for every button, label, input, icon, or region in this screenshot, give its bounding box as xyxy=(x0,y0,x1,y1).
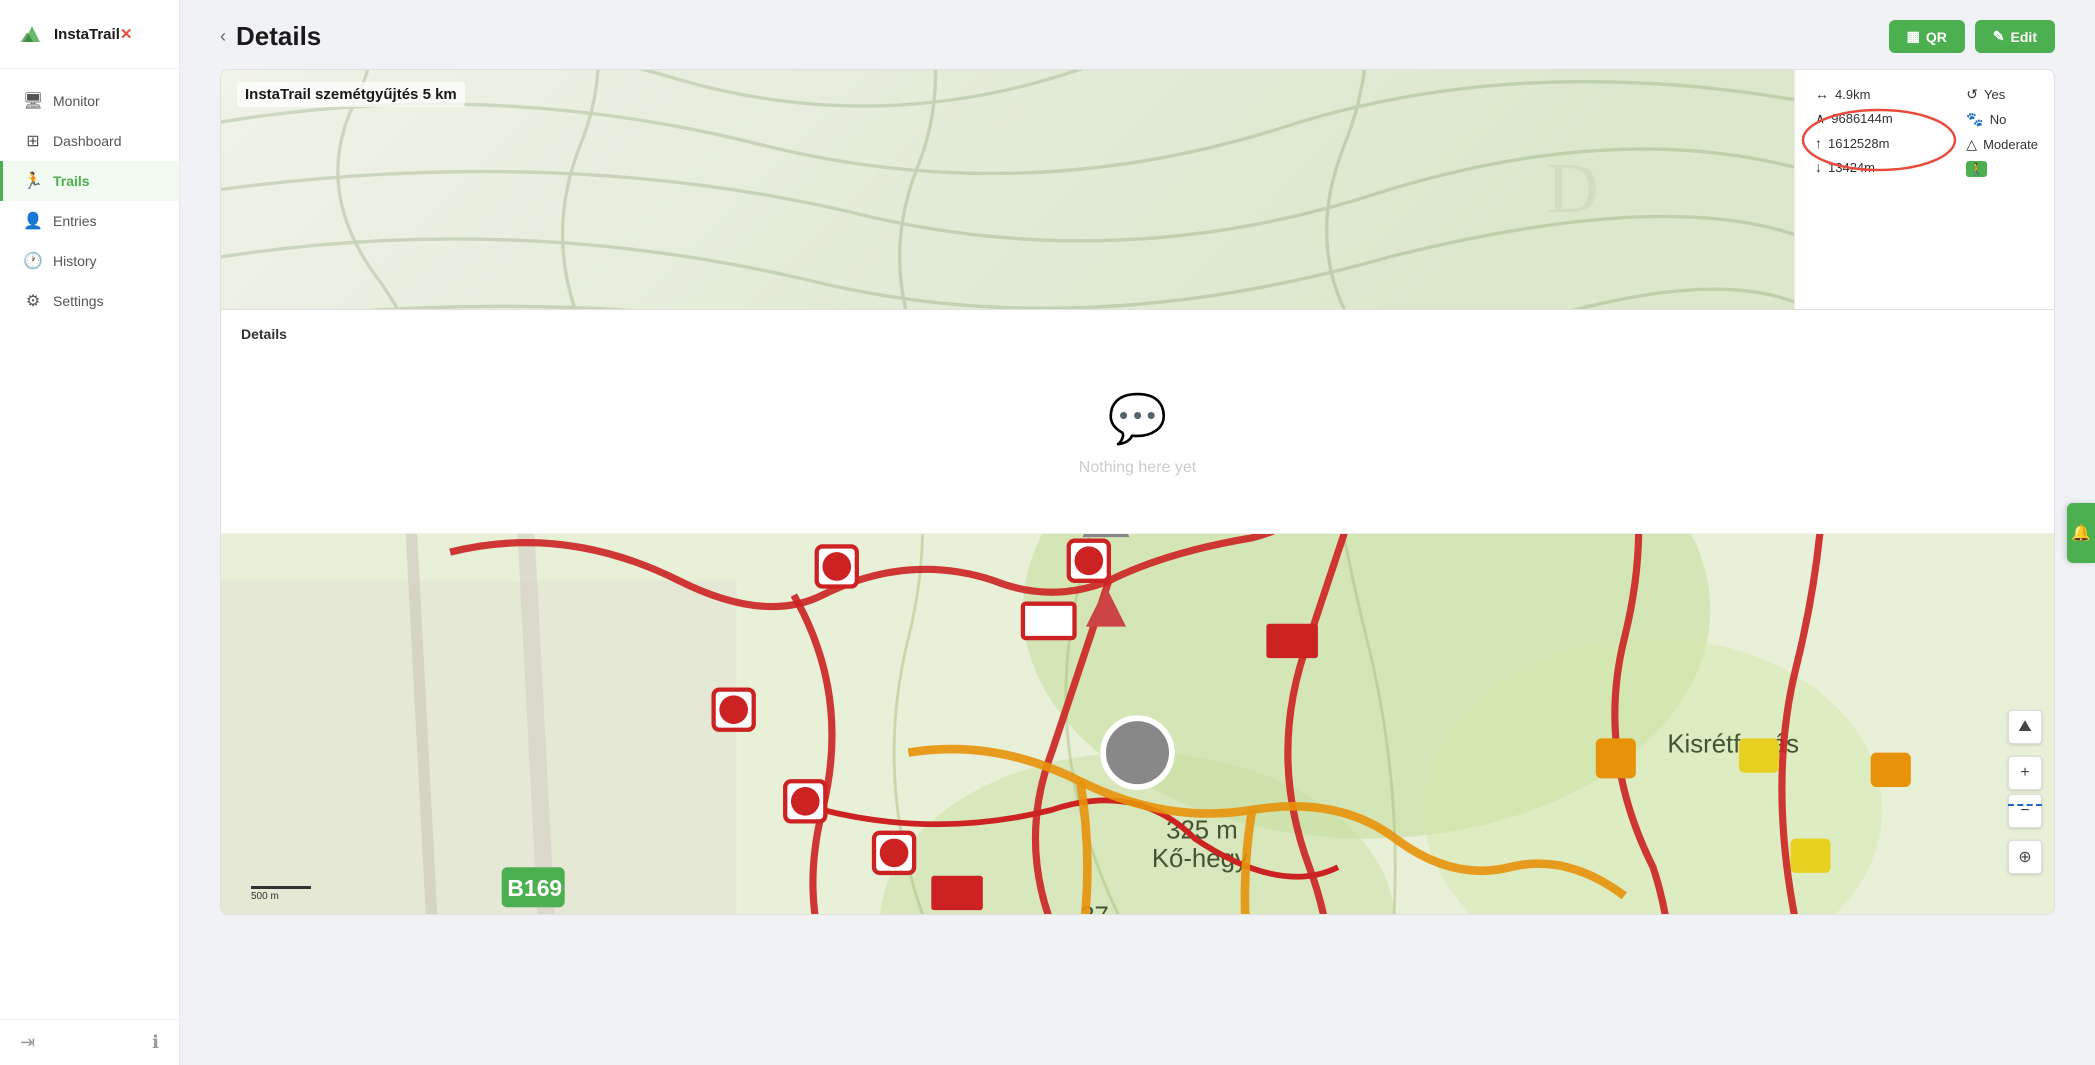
scale-label: 500 m xyxy=(251,891,279,902)
content-card: D InstaTrail szemétgyűjtés 5 km ↔ 4.9km … xyxy=(220,69,2055,915)
title-area: ‹ Details xyxy=(220,21,321,52)
nothing-text: Nothing here yet xyxy=(1079,459,1196,477)
sidebar-item-label: Settings xyxy=(53,293,104,309)
logo-area: InstaTrail✕ xyxy=(0,0,179,69)
descent-icon: ↓ xyxy=(1815,159,1822,175)
sidebar-footer: ⇥ ℹ xyxy=(0,1019,179,1065)
upper-section: D InstaTrail szemétgyűjtés 5 km ↔ 4.9km … xyxy=(221,70,2054,310)
details-section: Details 💬 Nothing here yet xyxy=(221,310,2054,534)
speech-bubble-icon: 💬 xyxy=(1108,390,1168,447)
sidebar-item-settings[interactable]: ⚙ Settings xyxy=(0,281,179,321)
zoom-out-button[interactable]: − xyxy=(2008,794,2042,828)
layers-button[interactable]: ⛰ xyxy=(2008,710,2042,744)
sidebar-item-trails[interactable]: 🏃 Trails xyxy=(0,161,179,201)
qr-icon: ▦ xyxy=(1907,28,1920,45)
difficulty-value: Moderate xyxy=(1983,137,2038,152)
svg-text:B169: B169 xyxy=(507,875,562,901)
zoom-in-button[interactable]: + xyxy=(2008,756,2042,790)
stat-difficulty: △ Moderate xyxy=(1966,136,2038,153)
sidebar-item-label: History xyxy=(53,253,97,269)
elevation-up-value: 9686144m xyxy=(1831,111,1892,126)
nothing-yet-area: 💬 Nothing here yet xyxy=(241,350,2034,517)
plus-icon: + xyxy=(2020,764,2029,782)
elevation-down-icon: ↑ xyxy=(1815,135,1822,151)
qr-button[interactable]: ▦ QR xyxy=(1889,20,1965,53)
scale-bar: 500 m xyxy=(251,886,311,902)
entries-icon: 👤 xyxy=(23,211,43,231)
feedback-icon: 🔔 xyxy=(2071,523,2091,543)
details-label: Details xyxy=(241,326,2034,342)
edit-icon: ✎ xyxy=(1993,28,2005,45)
settings-icon: ⚙ xyxy=(23,291,43,311)
main-content: ‹ Details ▦ QR ✎ Edit xyxy=(180,0,2095,1065)
crosshair-button[interactable]: ⊕ xyxy=(2008,840,2042,874)
loop-icon: ↺ xyxy=(1966,86,1978,103)
main-nav: 🖥 Monitor ⊞ Dashboard 🏃 Trails 👤 Entries… xyxy=(0,69,179,1019)
logo-text: InstaTrail✕ xyxy=(54,25,132,43)
monitor-icon: 🖥 xyxy=(23,91,43,111)
svg-text:D: D xyxy=(1547,148,1599,228)
topo-map-area: D InstaTrail szemétgyűjtés 5 km xyxy=(221,70,1794,309)
sidebar-item-history[interactable]: 🕐 History xyxy=(0,241,179,281)
logo-icon xyxy=(16,18,48,50)
stat-activity: 🚶 xyxy=(1966,161,2038,177)
edit-button[interactable]: ✎ Edit xyxy=(1975,20,2055,53)
stat-dogs: 🐾 No xyxy=(1966,111,2038,128)
sidebar-item-entries[interactable]: 👤 Entries xyxy=(0,201,179,241)
history-icon: 🕐 xyxy=(23,251,43,271)
info-icon[interactable]: ℹ xyxy=(152,1032,159,1053)
logout-icon[interactable]: ⇥ xyxy=(20,1032,35,1053)
sidebar-item-label: Trails xyxy=(53,173,90,189)
trails-icon: 🏃 xyxy=(23,171,43,191)
sidebar-item-label: Dashboard xyxy=(53,133,122,149)
feedback-button[interactable]: 🔔 xyxy=(2067,503,2095,563)
sidebar-item-label: Monitor xyxy=(53,93,100,109)
sidebar-item-dashboard[interactable]: ⊞ Dashboard xyxy=(0,121,179,161)
right-stats: ↺ Yes 🐾 No △ Moderate 🚶 xyxy=(1966,86,2038,177)
stat-loop: ↺ Yes xyxy=(1966,86,2038,103)
elevation-up-icon: ∧ xyxy=(1815,110,1825,127)
descent-value: 13424m xyxy=(1828,160,1875,175)
distance-value: 4.9km xyxy=(1835,87,1870,102)
distance-icon: ↔ xyxy=(1815,86,1829,102)
page-header: ‹ Details ▦ QR ✎ Edit xyxy=(180,0,2095,69)
map-controls: ⛰ + − ⊕ xyxy=(2008,710,2042,874)
sidebar-item-label: Entries xyxy=(53,213,97,229)
trail-map: TURULOLDAL ÚJVÁROS BÁNHIDAI LAKÓTELEP EN… xyxy=(221,534,2054,914)
back-button[interactable]: ‹ xyxy=(220,26,226,47)
elevation-down-value: 1612528m xyxy=(1828,136,1889,151)
activity-icon: 🚶 xyxy=(1966,161,1987,177)
sidebar-item-monitor[interactable]: 🖥 Monitor xyxy=(0,81,179,121)
trail-title-overlay: InstaTrail szemétgyűjtés 5 km xyxy=(237,82,465,107)
scale-line xyxy=(251,886,311,889)
svg-text:Kisrétforrás: Kisrétforrás xyxy=(1667,731,1799,759)
stats-panel: ↔ 4.9km ∧ 9686144m ↑ 1612528m ↓ 13424m xyxy=(1794,70,2054,309)
dogs-value: No xyxy=(1990,112,2007,127)
header-actions: ▦ QR ✎ Edit xyxy=(1889,20,2055,53)
sidebar: InstaTrail✕ 🖥 Monitor ⊞ Dashboard 🏃 Trai… xyxy=(0,0,180,1065)
crosshair-icon: ⊕ xyxy=(2018,847,2031,867)
loop-value: Yes xyxy=(1984,87,2005,102)
trail-map-svg: TURULOLDAL ÚJVÁROS BÁNHIDAI LAKÓTELEP EN… xyxy=(221,534,2054,914)
dogs-icon: 🐾 xyxy=(1966,111,1983,128)
dashboard-icon: ⊞ xyxy=(23,131,43,151)
zoom-indicator xyxy=(2008,804,2042,806)
page-title: Details xyxy=(236,21,321,52)
layers-icon: ⛰ xyxy=(2018,718,2031,736)
difficulty-icon: △ xyxy=(1966,136,1977,153)
